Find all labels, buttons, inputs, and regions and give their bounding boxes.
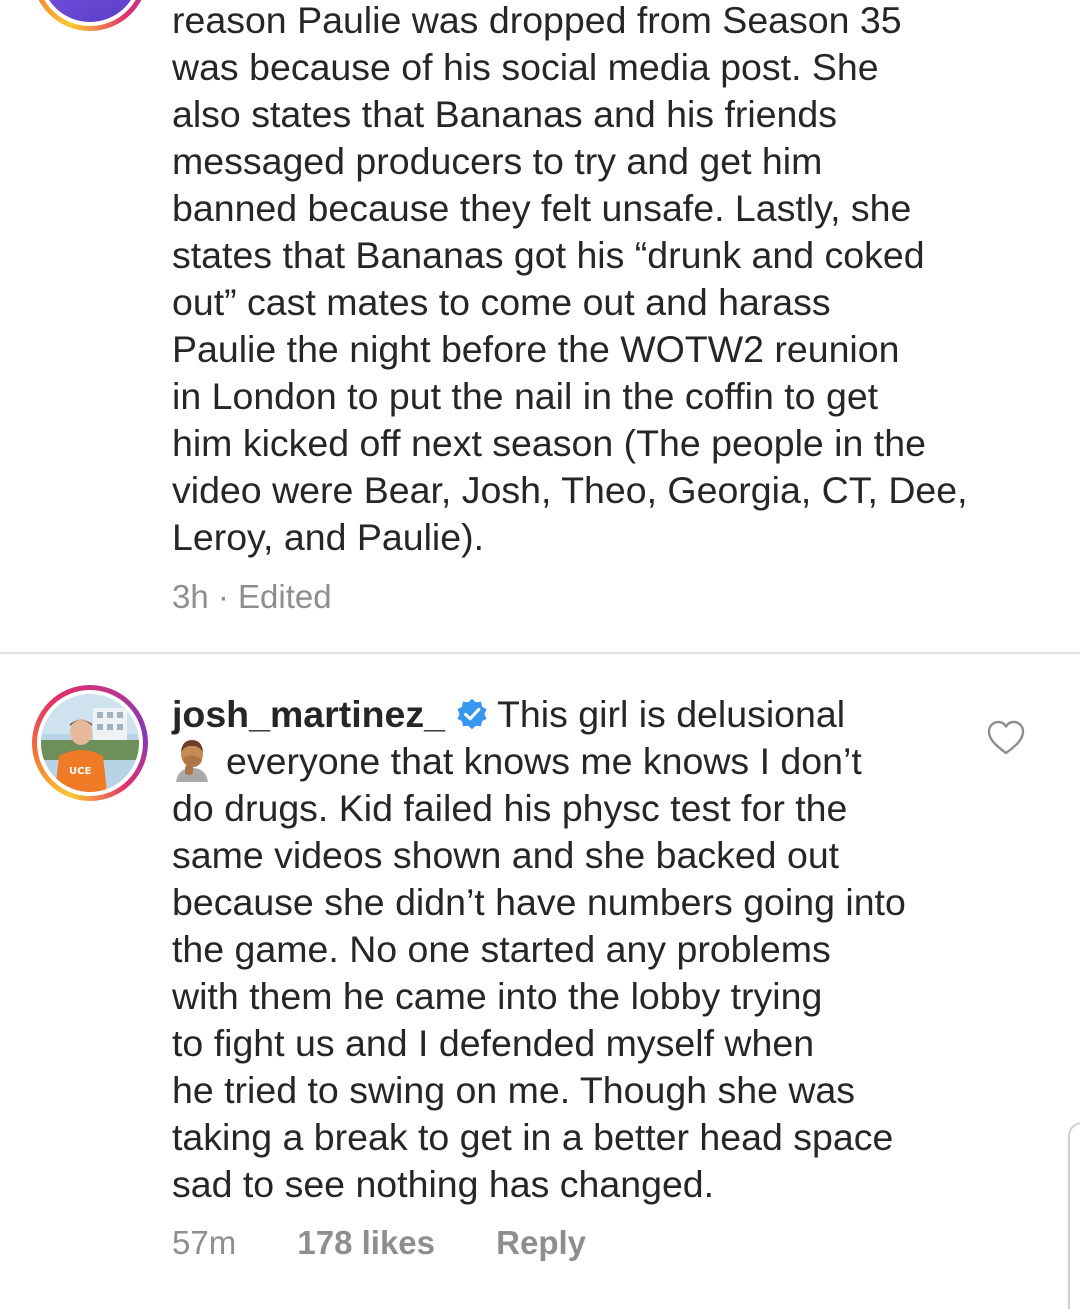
comment-line: video were Bear, Josh, Theo, Georgia, CT…	[172, 469, 968, 511]
comment-second-line: everyone that knows me knows I don’t	[172, 738, 1012, 785]
comment-meta: 57m 178 likes Reply	[172, 1224, 586, 1262]
profile-photo: UCE	[41, 694, 139, 792]
verified-badge-icon	[457, 698, 487, 730]
comment-line: with them he came into the lobby trying	[172, 975, 823, 1017]
comment-username[interactable]: josh_martinez_	[172, 693, 445, 735]
comment-line: also states that Bananas and his friends	[172, 93, 838, 135]
comment-line: was because of his social media post. Sh…	[172, 46, 879, 88]
comment-text-second: everyone that knows me knows I don’t	[226, 740, 862, 782]
comment-line: to fight us and I defended myself when	[172, 1022, 815, 1064]
comment-line: sad to see nothing has changed.	[172, 1163, 715, 1205]
comment-line: Paulie the night before the WOTW2 reunio…	[172, 328, 900, 370]
comment-text-first: This girl is delusional	[497, 693, 846, 735]
comment-timestamp: 57m	[172, 1224, 237, 1261]
likes-count-link[interactable]: 178 likes	[297, 1224, 435, 1261]
comment-line: out” cast mates to come out and harass	[172, 281, 831, 323]
comment-line: because she didn’t have numbers going in…	[172, 881, 906, 923]
comment-line: Leroy, and Paulie).	[172, 516, 484, 558]
commenter-avatar[interactable]: 911	[32, 0, 148, 31]
avatar-image: UCE	[41, 694, 139, 792]
comment-line: he tried to swing on me. Though she was	[172, 1069, 856, 1111]
comment-line: messaged producers to try and get him	[172, 140, 823, 182]
avatar-badge-text: 911	[41, 0, 139, 2]
comment-meta: 3h · Edited	[172, 578, 332, 615]
comment-line: him kicked off next season (The people i…	[172, 422, 926, 464]
reply-button[interactable]: Reply	[496, 1224, 586, 1261]
comment-line: reason Paulie was dropped from Season 35	[172, 0, 902, 41]
comment-1: 911 reason Paulie was dropped from Seaso…	[0, 0, 1080, 652]
comment-first-line: josh_martinez_ This girl is delusional	[172, 691, 1012, 738]
comment-body: reason Paulie was dropped from Season 35…	[172, 0, 1012, 561]
comment-line: taking a break to get in a better head s…	[172, 1116, 894, 1158]
comment-line: same videos shown and she backed out	[172, 834, 840, 876]
comment-line: states that Bananas got his “drunk and c…	[172, 234, 925, 276]
heart-outline-icon[interactable]	[986, 718, 1026, 758]
scroll-handle[interactable]	[1068, 1122, 1080, 1309]
comment-body: josh_martinez_ This girl is delusional e…	[172, 691, 1012, 1208]
commenter-avatar[interactable]: UCE	[32, 685, 148, 801]
comment-line: banned because they felt unsafe. Lastly,…	[172, 187, 912, 229]
comment-line: do drugs. Kid failed his physc test for …	[172, 787, 848, 829]
comment-line: in London to put the nail in the coffin …	[172, 375, 879, 417]
comment-line: the game. No one started any problems	[172, 928, 831, 970]
svg-text:UCE: UCE	[69, 766, 91, 777]
comment-2: UCE josh_martinez_ This girl is delusion…	[0, 654, 1080, 1305]
person-facepalming-emoji	[176, 740, 208, 782]
